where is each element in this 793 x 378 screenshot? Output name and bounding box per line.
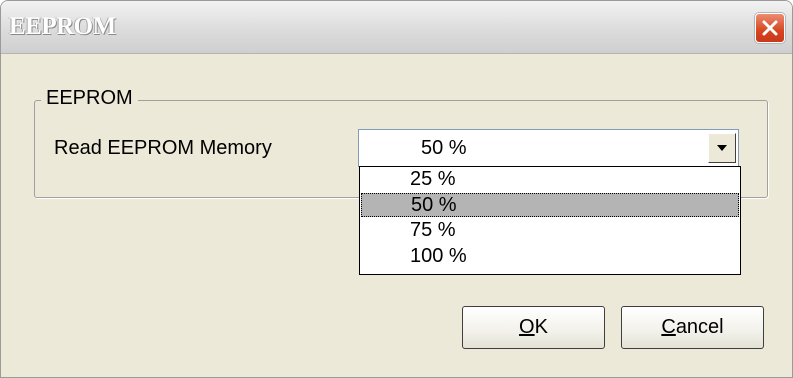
- dropdown-list[interactable]: 25 % 50 % 75 % 100 %: [359, 166, 741, 275]
- ok-label: K: [534, 316, 548, 338]
- chevron-down-icon: [717, 145, 727, 151]
- cancel-label: ancel: [675, 316, 724, 338]
- cancel-button[interactable]: Cancel: [621, 306, 764, 349]
- option-label: 25 %: [410, 168, 456, 190]
- read-eeprom-memory-label: Read EEPROM Memory: [54, 137, 272, 159]
- groupbox-legend: EEPROM: [41, 87, 138, 110]
- combobox-value: 50 %: [421, 137, 467, 159]
- ok-button[interactable]: OK: [462, 306, 605, 349]
- option-label: 50 %: [411, 194, 457, 216]
- dropdown-option-75[interactable]: 75 %: [361, 219, 739, 243]
- title-bar[interactable]: EEPROM: [1, 1, 792, 54]
- close-button[interactable]: [755, 13, 785, 43]
- read-memory-combobox[interactable]: 50 %: [358, 129, 739, 167]
- dropdown-option-50[interactable]: 50 %: [361, 193, 739, 217]
- close-x-icon: [762, 20, 778, 36]
- dropdown-option-100[interactable]: 100 %: [361, 245, 739, 269]
- cancel-mnemonic: C: [661, 316, 676, 338]
- window-title: EEPROM: [9, 13, 116, 40]
- dropdown-option-25[interactable]: 25 %: [361, 168, 739, 192]
- dropdown-button[interactable]: [708, 133, 736, 163]
- eeprom-dialog: EEPROM EEPROM Read EEPROM Memory 50 % 25…: [0, 0, 793, 378]
- option-label: 100 %: [410, 245, 467, 267]
- ok-mnemonic: O: [519, 316, 535, 338]
- option-label: 75 %: [410, 219, 456, 241]
